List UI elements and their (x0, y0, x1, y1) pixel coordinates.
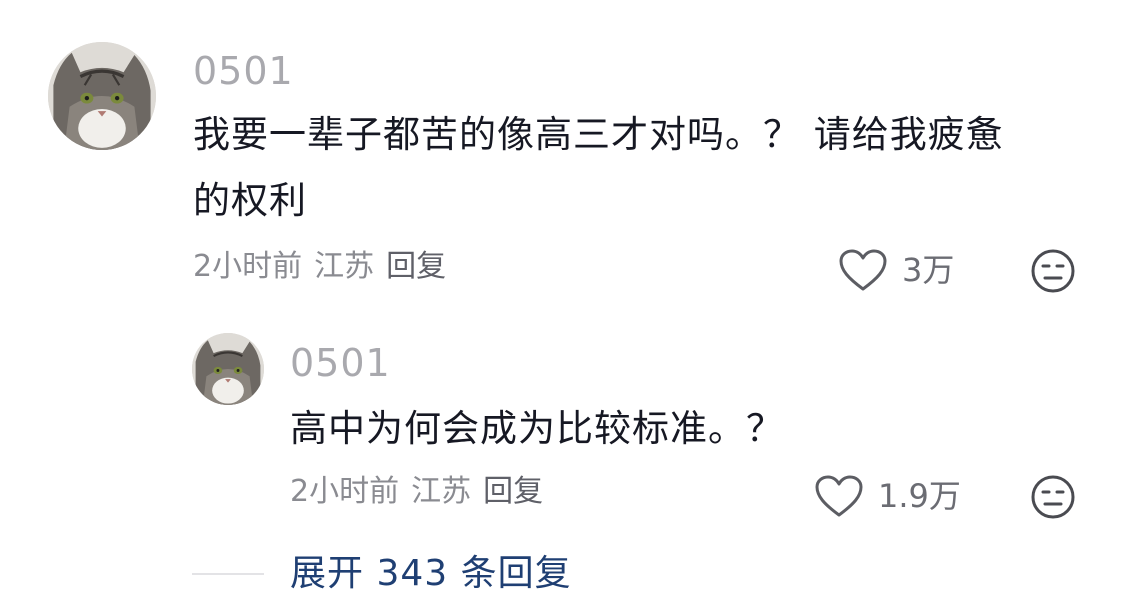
comment-location: 江苏 (314, 249, 375, 284)
reply-meta: 2小时前 江苏 回复 (290, 477, 555, 507)
reply-reply-button[interactable]: 回复 (483, 477, 543, 507)
comment-username[interactable]: 0501 (193, 52, 294, 90)
reply-text: 高中为何会成为比较标准。？ (290, 407, 784, 450)
comment-like-count: 3万 (902, 251, 955, 289)
comment-meta: 2小时前 江苏 回复 (193, 252, 458, 282)
expand-replies-label[interactable]: 展开 343 条回复 (290, 556, 572, 592)
comment-text-line-1: 我要一辈子都苦的像高三才对吗。？ 请给我疲惫 (193, 113, 1004, 156)
reply-like-button[interactable]: 1.9万 (814, 474, 961, 518)
cat-avatar-icon (192, 333, 264, 405)
expand-divider (192, 573, 264, 575)
avatar[interactable] (48, 42, 156, 150)
comment-time: 2小时前 (193, 249, 303, 284)
reply-location: 江苏 (411, 474, 472, 509)
reply-dislike-button[interactable] (1030, 474, 1076, 520)
reply-username[interactable]: 0501 (290, 344, 391, 382)
reply-avatar[interactable] (192, 333, 264, 405)
expand-replies-button[interactable]: 展开 343 条回复 (192, 556, 572, 592)
heart-icon (814, 474, 864, 518)
cat-avatar-icon (48, 42, 156, 150)
heart-icon (838, 248, 888, 292)
reply-time: 2小时前 (290, 474, 400, 509)
comment-dislike-button[interactable] (1030, 248, 1076, 294)
comment-text-line-2: 的权利 (193, 179, 307, 222)
meh-face-icon (1031, 249, 1075, 293)
reply-like-count: 1.9万 (878, 477, 961, 515)
comment-text: 我要一辈子都苦的像高三才对吗。？ 请给我疲惫 的权利 (193, 102, 1093, 234)
comment-reply-button[interactable]: 回复 (386, 252, 446, 282)
meh-face-icon (1031, 475, 1075, 519)
comment-like-button[interactable]: 3万 (838, 248, 954, 292)
